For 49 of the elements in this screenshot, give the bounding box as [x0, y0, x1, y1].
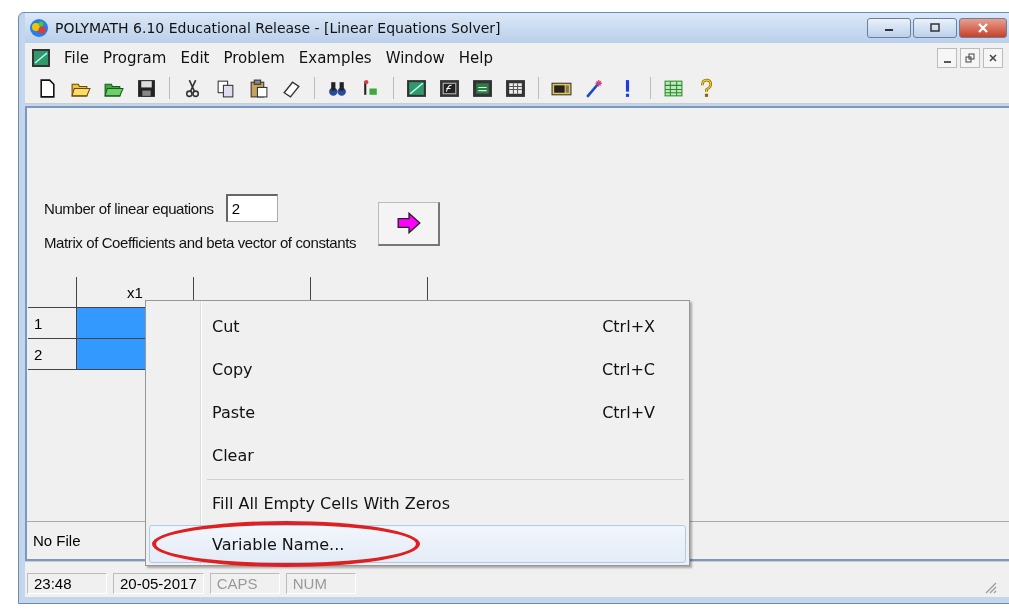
app-logo-icon — [29, 18, 49, 38]
menu-item[interactable]: Edit — [173, 46, 217, 70]
wand-icon[interactable] — [584, 77, 605, 99]
restore-button[interactable] — [960, 48, 980, 68]
status-panel: NUM — [285, 573, 356, 594]
close-button[interactable] — [983, 48, 1003, 68]
chart-window-icon[interactable] — [406, 77, 427, 99]
equations-label: Number of linear equations — [44, 199, 214, 217]
save-icon[interactable] — [136, 77, 157, 99]
clipboard-icon[interactable] — [248, 77, 269, 99]
minimize-button[interactable] — [937, 48, 957, 68]
close-icon — [975, 23, 991, 33]
equation-window-icon[interactable] — [472, 77, 493, 99]
function-window-icon[interactable] — [439, 77, 460, 99]
document-window-icon — [31, 48, 51, 68]
equations-count-field[interactable]: 2 — [225, 194, 278, 222]
row-header[interactable]: 2 — [28, 338, 77, 370]
menu-item[interactable]: File — [57, 46, 97, 70]
window-title: POLYMATH 6.10 Educational Release - [Linear Equations Solver] — [55, 20, 501, 36]
menu-item[interactable]: Fill All Empty Cells With Zeros — [149, 482, 686, 525]
restore-icon — [965, 53, 975, 63]
status-panel: 23:48 — [27, 573, 107, 594]
new-file-icon[interactable] — [37, 77, 58, 99]
menu-item[interactable]: Examples — [291, 46, 379, 70]
menu-item[interactable]: Help — [451, 46, 501, 70]
minimize-icon — [943, 61, 951, 63]
row-header[interactable]: 1 — [28, 307, 77, 339]
minimize-button[interactable] — [867, 18, 911, 38]
menu-item[interactable]: Copy Ctrl+C — [149, 348, 686, 391]
maximize-icon — [927, 23, 943, 33]
resize-grip-icon[interactable] — [983, 580, 997, 594]
menu-item[interactable]: Window — [378, 46, 452, 70]
matrix-label: Matrix of Coefficients and beta vector of constants — [44, 234, 356, 251]
menu-item[interactable]: Clear — [149, 434, 686, 477]
menu-item[interactable]: Paste Ctrl+V — [149, 391, 686, 434]
close-icon — [988, 53, 998, 63]
column-header[interactable]: x1 — [76, 277, 194, 308]
menu-item[interactable]: Problem — [216, 46, 292, 70]
menu-item[interactable]: Program — [96, 46, 174, 70]
status-panel: CAPS — [209, 573, 280, 594]
file-status: No File — [32, 532, 81, 549]
close-button[interactable] — [959, 18, 1007, 38]
corner-cell — [28, 277, 77, 308]
arrow-icon — [395, 212, 422, 234]
menu-item[interactable]: Cut Ctrl+X — [149, 305, 686, 348]
status-panel: 20-05-2017 — [113, 573, 204, 594]
arrow-button[interactable] — [378, 201, 440, 246]
table-window-icon[interactable] — [505, 77, 526, 99]
maximize-button[interactable] — [913, 18, 957, 38]
